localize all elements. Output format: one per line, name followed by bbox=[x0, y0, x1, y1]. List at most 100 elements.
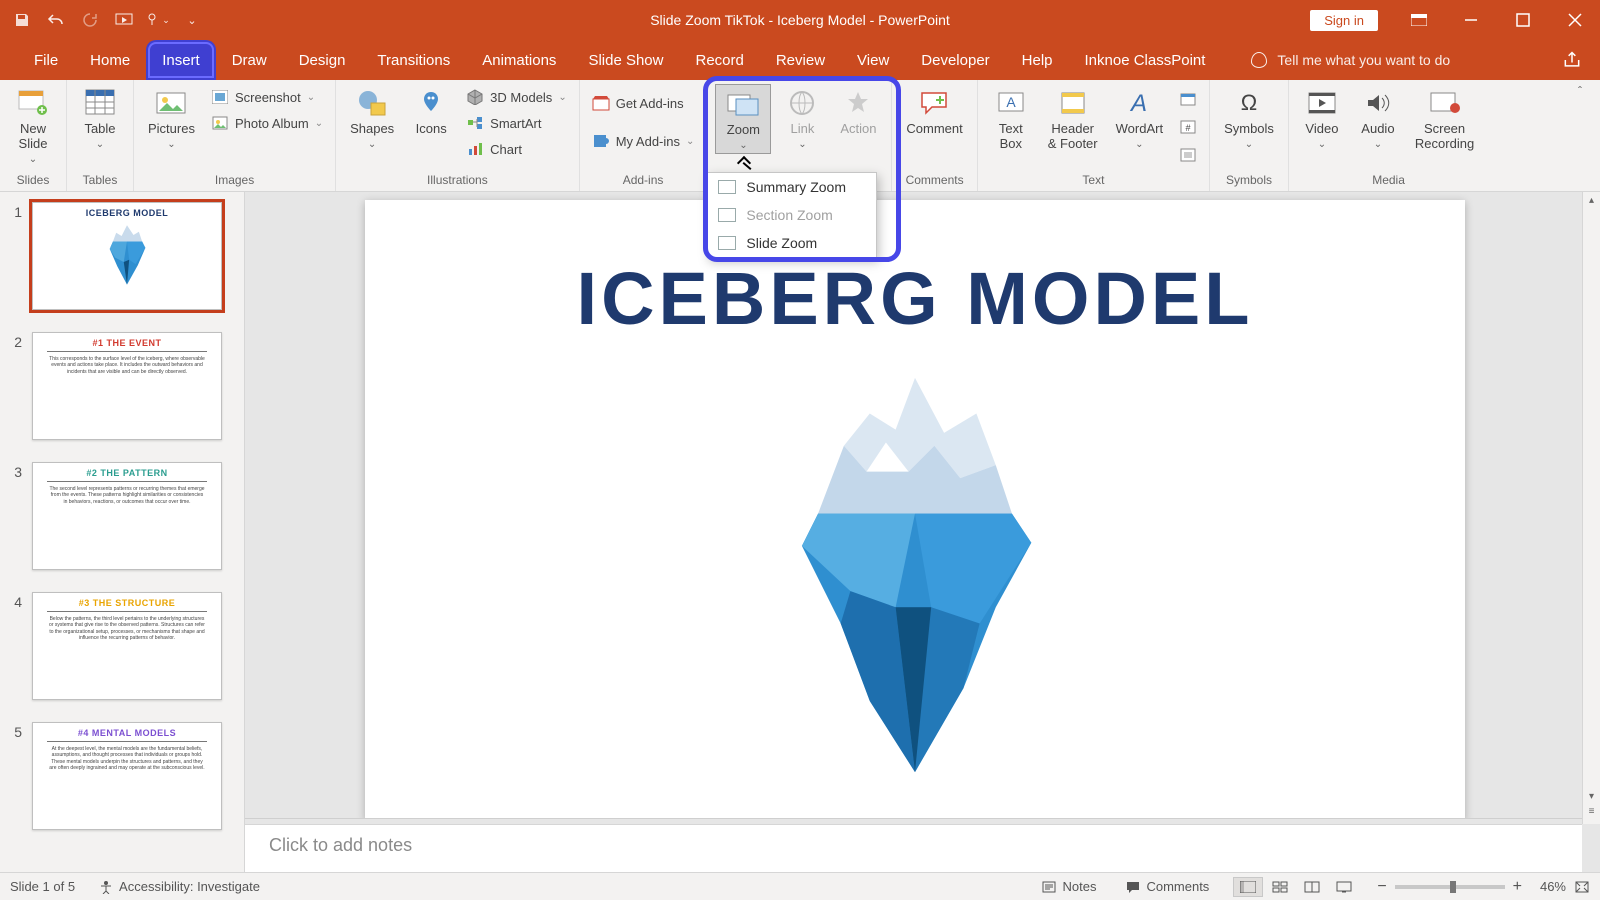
accessibility-icon bbox=[99, 880, 113, 894]
link-button[interactable]: Link bbox=[777, 84, 827, 152]
vertical-scrollbar[interactable]: ▴ ▾ ≡ bbox=[1582, 192, 1600, 824]
wordart-button[interactable]: A WordArt bbox=[1110, 84, 1169, 152]
table-button[interactable]: Table bbox=[75, 84, 125, 152]
document-title: Slide Zoom TikTok - Iceberg Model - Powe… bbox=[650, 12, 950, 28]
undo-icon[interactable] bbox=[44, 8, 68, 32]
qat-customize-icon[interactable]: ⌄ bbox=[180, 8, 204, 32]
zoom-percent[interactable]: 46% bbox=[1530, 879, 1566, 894]
shapes-button[interactable]: Shapes bbox=[344, 84, 400, 152]
slide-nav-icon[interactable]: ≡ bbox=[1583, 806, 1600, 824]
tab-review[interactable]: Review bbox=[760, 40, 841, 80]
accessibility-status[interactable]: Accessibility: Investigate bbox=[93, 879, 266, 894]
slide-title[interactable]: ICEBERG MODEL bbox=[365, 200, 1465, 341]
tab-view[interactable]: View bbox=[841, 40, 905, 80]
tab-animations[interactable]: Animations bbox=[466, 40, 572, 80]
slide-thumbnail[interactable]: 1 ICEBERG MODEL bbox=[8, 202, 236, 310]
notes-pane[interactable]: Click to add notes bbox=[245, 824, 1582, 872]
video-button[interactable]: Video bbox=[1297, 84, 1347, 152]
tell-me-search[interactable]: Tell me what you want to do bbox=[1251, 40, 1450, 80]
close-button[interactable] bbox=[1550, 0, 1600, 40]
slide-indicator[interactable]: Slide 1 of 5 bbox=[10, 879, 75, 894]
slide-thumbnails-pane[interactable]: 1 ICEBERG MODEL 2 #1 THE EVENT This corr… bbox=[0, 192, 245, 872]
get-addins-button[interactable]: Get Add-ins bbox=[588, 90, 699, 116]
maximize-button[interactable] bbox=[1498, 0, 1548, 40]
minimize-button[interactable] bbox=[1446, 0, 1496, 40]
summary-zoom-icon bbox=[718, 180, 736, 194]
slide-thumbnail[interactable]: 4 #3 THE STRUCTURE Below the patterns, t… bbox=[8, 592, 236, 700]
iceberg-graphic[interactable] bbox=[745, 365, 1085, 785]
my-addins-button[interactable]: My Add-ins ⌄ bbox=[588, 128, 699, 154]
sign-in-button[interactable]: Sign in bbox=[1310, 10, 1378, 31]
pictures-button[interactable]: Pictures bbox=[142, 84, 201, 152]
zoom-slider[interactable] bbox=[1395, 885, 1505, 889]
scroll-down-icon[interactable]: ▾ bbox=[1583, 788, 1600, 806]
3d-models-button[interactable]: 3D Models ⌄ bbox=[462, 84, 571, 110]
smartart-button[interactable]: SmartArt bbox=[462, 110, 571, 136]
screen-recording-button[interactable]: Screen Recording bbox=[1409, 84, 1480, 154]
omega-icon: Ω bbox=[1232, 86, 1266, 120]
tab-help[interactable]: Help bbox=[1006, 40, 1069, 80]
ribbon: ˆ New Slide Slides Table Tables Pictures bbox=[0, 80, 1600, 192]
sorter-view-button[interactable] bbox=[1265, 877, 1295, 897]
object-button[interactable] bbox=[1175, 142, 1201, 168]
tab-transitions[interactable]: Transitions bbox=[361, 40, 466, 80]
reading-view-button[interactable] bbox=[1297, 877, 1327, 897]
comment-button[interactable]: Comment bbox=[900, 84, 968, 139]
new-slide-button[interactable]: New Slide bbox=[8, 84, 58, 167]
group-tables: Table Tables bbox=[67, 80, 134, 191]
tab-home[interactable]: Home bbox=[74, 40, 146, 80]
touch-mouse-mode-icon[interactable]: ⌄ bbox=[146, 8, 170, 32]
tab-record[interactable]: Record bbox=[679, 40, 759, 80]
chart-button[interactable]: Chart bbox=[462, 136, 571, 162]
thumb-title: #2 THE PATTERN bbox=[33, 463, 221, 478]
tab-file[interactable]: File bbox=[18, 40, 74, 80]
tab-slide-show[interactable]: Slide Show bbox=[572, 40, 679, 80]
menu-summary-zoom[interactable]: Summary Zoom bbox=[708, 173, 876, 201]
zoom-button[interactable]: Zoom bbox=[715, 84, 771, 154]
slide-thumbnail[interactable]: 3 #2 THE PATTERN The second level repres… bbox=[8, 462, 236, 570]
zoom-out-button[interactable]: − bbox=[1377, 878, 1386, 896]
photo-album-button[interactable]: Photo Album ⌄ bbox=[207, 110, 327, 136]
zoom-slider-handle[interactable] bbox=[1450, 881, 1456, 893]
symbols-button[interactable]: Ω Symbols bbox=[1218, 84, 1280, 152]
slide-number: 4 bbox=[8, 592, 22, 700]
share-button[interactable] bbox=[1562, 40, 1582, 80]
notes-toggle[interactable]: Notes bbox=[1036, 879, 1102, 894]
slide-canvas[interactable]: ICEBERG MODEL bbox=[365, 200, 1465, 820]
collapse-ribbon-icon[interactable]: ˆ bbox=[1578, 84, 1596, 98]
redo-icon[interactable] bbox=[78, 8, 102, 32]
icons-button[interactable]: Icons bbox=[406, 84, 456, 139]
comments-toggle[interactable]: Comments bbox=[1120, 879, 1215, 894]
tab-developer[interactable]: Developer bbox=[905, 40, 1005, 80]
tell-me-placeholder: Tell me what you want to do bbox=[1277, 52, 1450, 68]
normal-view-button[interactable] bbox=[1233, 877, 1263, 897]
text-box-button[interactable]: A Text Box bbox=[986, 84, 1036, 154]
tab-inknoe-classpoint[interactable]: Inknoe ClassPoint bbox=[1069, 40, 1222, 80]
action-button[interactable]: Action bbox=[833, 84, 883, 139]
save-icon[interactable] bbox=[10, 8, 34, 32]
menu-slide-zoom[interactable]: Slide Zoom bbox=[708, 229, 876, 257]
thumb-title: #4 MENTAL MODELS bbox=[33, 723, 221, 738]
header-footer-button[interactable]: Header & Footer bbox=[1042, 84, 1104, 154]
tab-design[interactable]: Design bbox=[283, 40, 362, 80]
link-icon bbox=[785, 86, 819, 120]
slideshow-view-button[interactable] bbox=[1329, 877, 1359, 897]
slide-number-button[interactable]: # bbox=[1175, 114, 1201, 140]
fit-to-window-button[interactable] bbox=[1574, 880, 1590, 894]
tab-insert[interactable]: Insert bbox=[146, 40, 216, 80]
slide-thumbnail[interactable]: 5 #4 MENTAL MODELS At the deepest level,… bbox=[8, 722, 236, 830]
tab-draw[interactable]: Draw bbox=[216, 40, 283, 80]
audio-button[interactable]: Audio bbox=[1353, 84, 1403, 152]
group-label: Illustrations bbox=[344, 171, 571, 191]
ribbon-display-options-icon[interactable] bbox=[1394, 0, 1444, 40]
slide-thumbnail[interactable]: 2 #1 THE EVENT This corresponds to the s… bbox=[8, 332, 236, 440]
date-time-button[interactable] bbox=[1175, 86, 1201, 112]
group-images: Pictures Screenshot ⌄ Photo Album ⌄ Imag… bbox=[134, 80, 336, 191]
slide-editor[interactable]: ICEBERG MODEL ▴ ▾ ≡ bbox=[245, 192, 1600, 872]
zoom-in-button[interactable]: + bbox=[1513, 878, 1522, 896]
scroll-up-icon[interactable]: ▴ bbox=[1583, 192, 1600, 210]
shapes-icon bbox=[355, 86, 389, 120]
group-text: A Text Box Header & Footer A WordArt # T… bbox=[978, 80, 1210, 191]
present-from-start-icon[interactable] bbox=[112, 8, 136, 32]
screenshot-button[interactable]: Screenshot ⌄ bbox=[207, 84, 327, 110]
